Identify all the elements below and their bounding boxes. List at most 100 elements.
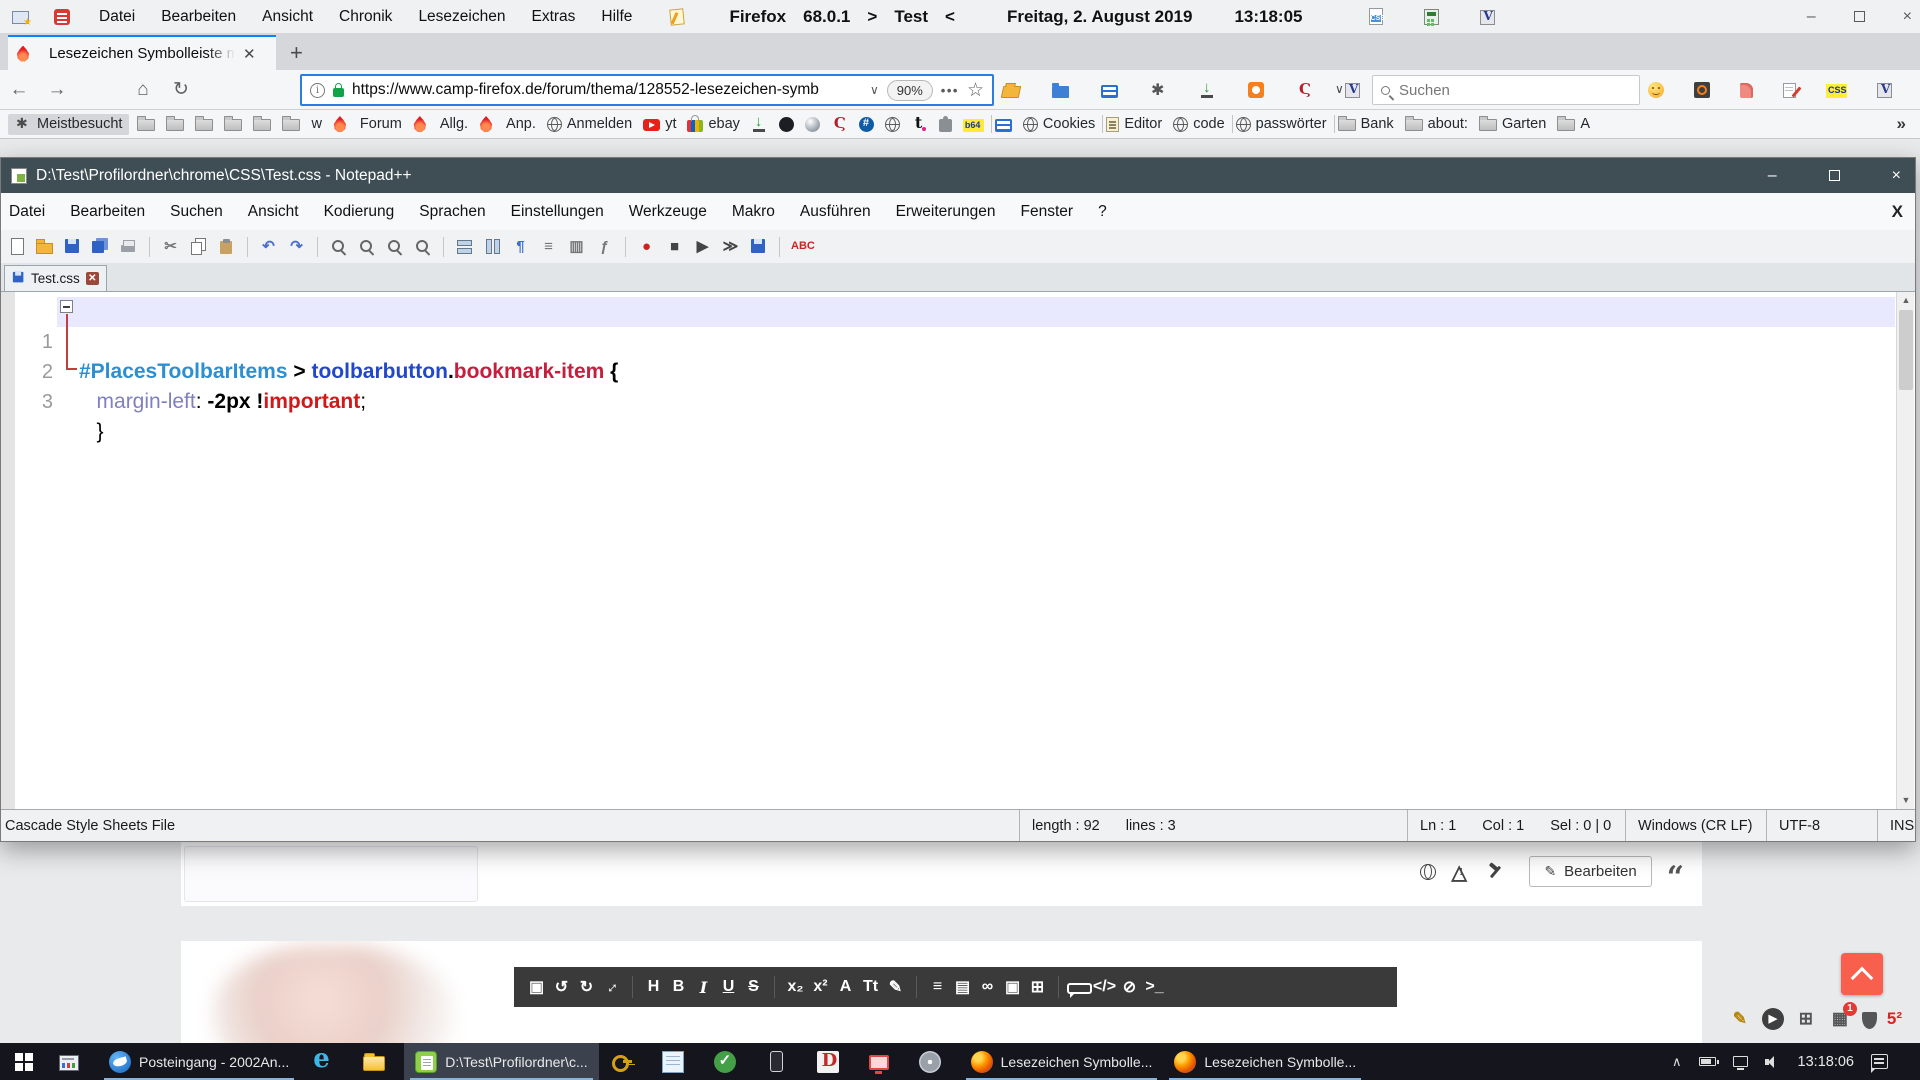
separator[interactable] <box>247 237 248 257</box>
fold-collapse-icon[interactable] <box>60 300 73 313</box>
menu-item[interactable]: Fenster <box>1021 203 1074 221</box>
menu-item[interactable]: Ansicht <box>262 8 313 26</box>
bookmark-garten[interactable]: Garten <box>1479 116 1546 132</box>
taskbar-chart-app[interactable] <box>48 1043 98 1080</box>
find-icon[interactable] <box>329 237 348 256</box>
volume-icon[interactable] <box>1765 1055 1781 1069</box>
strikethrough-icon[interactable]: S <box>741 978 766 996</box>
link-icon[interactable]: ∞ <box>975 978 1000 996</box>
window-icon[interactable] <box>1101 83 1118 98</box>
record-macro-icon[interactable]: ● <box>637 237 656 256</box>
bookmark-folder[interactable] <box>253 117 271 131</box>
tray-expand-chevron[interactable]: ∧ <box>1672 1054 1682 1070</box>
separator[interactable] <box>443 237 444 257</box>
bookmark-code[interactable]: code <box>1173 116 1224 132</box>
image-icon[interactable]: ▣ <box>1000 977 1025 997</box>
bookmark-bluehash[interactable] <box>859 116 874 132</box>
bookmark-ebay[interactable]: ebay <box>687 116 739 132</box>
scroll-icon[interactable] <box>1740 82 1753 98</box>
play-icon[interactable]: ▶ <box>1762 1008 1784 1030</box>
separator[interactable] <box>317 237 318 257</box>
play-macro-icon[interactable]: ▶ <box>693 237 712 256</box>
function-list-icon[interactable]: ƒ <box>595 237 614 256</box>
v-extension-icon[interactable] <box>1877 82 1892 98</box>
editor-scrollbar[interactable]: ▲ ▼ <box>1896 292 1914 809</box>
page-info-icon[interactable] <box>310 83 325 98</box>
stop-macro-icon[interactable]: ■ <box>665 237 684 256</box>
taskbar-phone[interactable] <box>755 1043 806 1080</box>
menu-item[interactable]: Kodierung <box>324 203 395 221</box>
calendar-icon[interactable] <box>54 9 70 25</box>
browser-tab[interactable]: Lesezeichen Symbolleiste m ✕ <box>8 35 276 70</box>
scroll-down-arrow[interactable]: ▼ <box>1897 792 1915 809</box>
fullscreen-icon[interactable]: ↔ <box>596 972 626 1002</box>
bookmark-tumblr[interactable] <box>911 116 928 133</box>
menu-item[interactable]: Suchen <box>170 203 223 221</box>
menu-item[interactable]: Bearbeiten <box>161 8 236 26</box>
menu-item[interactable]: Datei <box>9 203 45 221</box>
bookmark-forum[interactable]: Forum <box>333 116 402 132</box>
menu-item[interactable]: Chronik <box>339 8 392 26</box>
bookmarks-overflow-chevron[interactable]: » <box>1897 114 1906 134</box>
menu-item[interactable]: Ansicht <box>248 203 299 221</box>
quote-icon[interactable]: “ <box>1667 873 1684 883</box>
menu-item[interactable]: Makro <box>732 203 775 221</box>
note-icon[interactable] <box>670 9 684 25</box>
separator[interactable] <box>625 237 626 257</box>
scroll-up-arrow[interactable]: ▲ <box>1897 292 1915 309</box>
emoji-icon[interactable] <box>1648 82 1664 98</box>
css-file-icon[interactable] <box>1369 8 1383 25</box>
bookmark-a[interactable]: A <box>1557 116 1590 132</box>
save-macro-icon[interactable] <box>749 237 768 256</box>
css-badge-icon[interactable] <box>1826 82 1847 98</box>
bookmark-yt[interactable]: yt <box>643 116 676 132</box>
report-warning-icon[interactable] <box>1451 863 1471 881</box>
print-icon[interactable] <box>119 237 138 256</box>
redo-icon[interactable]: ↷ <box>287 237 306 256</box>
bookmark-window[interactable] <box>995 117 1012 132</box>
comment-icon[interactable] <box>1067 983 1092 994</box>
back-button[interactable]: ← <box>0 79 38 101</box>
search-bar[interactable] <box>1372 75 1640 105</box>
tab-close-icon[interactable]: ✕ <box>243 45 256 63</box>
zoom-in-icon[interactable] <box>385 237 404 256</box>
taskbar-edge[interactable] <box>300 1043 352 1080</box>
bookmark-addon[interactable] <box>939 116 952 132</box>
cut-icon[interactable]: ✂ <box>161 237 180 256</box>
orange-app-icon[interactable] <box>1248 82 1264 98</box>
bookmark-folder[interactable] <box>282 117 300 131</box>
save-icon[interactable] <box>63 237 82 256</box>
v-extension-icon[interactable] <box>1345 82 1360 98</box>
paste-icon[interactable] <box>217 237 236 256</box>
zoom-out-icon[interactable] <box>413 237 432 256</box>
start-button[interactable] <box>0 1043 48 1080</box>
sync-horizontal-icon[interactable] <box>483 237 502 256</box>
undo-icon[interactable]: ↺ <box>549 977 574 997</box>
table-icon[interactable]: ⊞ <box>1025 977 1050 997</box>
bookmark-w[interactable]: w <box>311 116 321 132</box>
italic-icon[interactable]: I <box>691 978 716 997</box>
taskbar-d-app[interactable] <box>806 1043 858 1080</box>
download-icon[interactable] <box>1199 82 1216 99</box>
separator[interactable] <box>1102 115 1103 133</box>
insert-attachment-icon[interactable]: ▣ <box>524 977 549 997</box>
scrollbar-thumb[interactable] <box>1899 310 1913 390</box>
copy-icon[interactable] <box>189 237 208 256</box>
taskbar-firefox-window-2[interactable]: Lesezeichen Symbolle... <box>1163 1043 1367 1080</box>
bookmark-folder[interactable] <box>137 117 155 131</box>
orange-ring-icon[interactable] <box>1694 82 1710 98</box>
menu-item[interactable]: Extras <box>531 8 575 26</box>
bookmark-folder[interactable] <box>166 117 184 131</box>
bookmark-download[interactable] <box>751 116 768 133</box>
subscript-icon[interactable]: x₂ <box>783 978 808 996</box>
redo-icon[interactable]: ↻ <box>574 977 599 997</box>
page-actions-icon[interactable]: ••• <box>941 83 959 98</box>
bookmark-bank[interactable]: Bank <box>1338 116 1394 132</box>
separator[interactable] <box>1058 976 1059 998</box>
menu-item[interactable]: Lesezeichen <box>418 8 505 26</box>
separator[interactable] <box>632 976 633 998</box>
document-map-icon[interactable]: ▥ <box>567 237 586 256</box>
camp-firefox-icon[interactable] <box>1296 82 1313 99</box>
menu-item[interactable]: Datei <box>99 8 135 26</box>
bookmark-b64[interactable] <box>963 117 984 132</box>
